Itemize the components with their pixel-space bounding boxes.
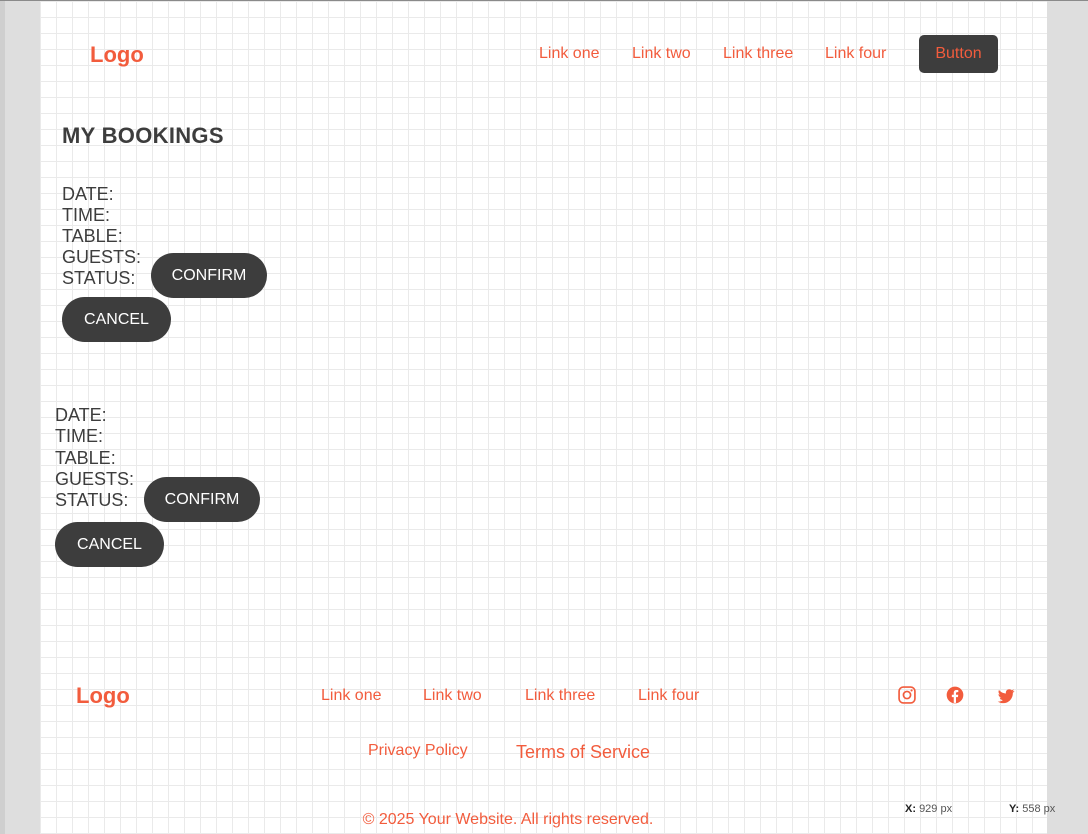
footer-link-one[interactable]: Link one [321,687,382,705]
header-button[interactable]: Button [919,35,998,73]
left-gutter [0,1,5,834]
booking-table-label: TABLE: [55,448,116,468]
page-title: MY BOOKINGS [62,123,224,148]
booking-time-label: TIME: [62,205,110,225]
booking-status-label: STATUS: [55,490,129,510]
twitter-icon[interactable] [996,686,1016,706]
header-link-four[interactable]: Link four [825,45,886,63]
x-value: 929 px [919,803,953,815]
confirm-button[interactable]: CONFIRM [151,253,267,298]
footer-link-three[interactable]: Link three [525,687,595,705]
footer-link-two[interactable]: Link two [423,687,482,705]
booking-guests-label: GUESTS: [62,247,142,267]
footer-link-four[interactable]: Link four [638,687,699,705]
right-gutter [1047,1,1088,834]
booking-table-label: TABLE: [62,226,123,246]
booking-guests-label: GUESTS: [55,469,135,489]
footer-logo[interactable]: Logo [76,683,130,709]
booking-date-label: DATE: [62,184,114,204]
y-coordinate-readout: Y: 558 px [1009,803,1055,815]
booking-date-label: DATE: [55,405,107,425]
terms-of-service-link[interactable]: Terms of Service [516,742,650,763]
y-value: 558 px [1022,803,1056,815]
facebook-icon[interactable] [945,685,965,705]
booking-status-label: STATUS: [62,268,136,288]
copyright-text: © 2025 Your Website. All rights reserved… [362,811,654,828]
header-logo[interactable]: Logo [90,42,144,68]
instagram-icon[interactable] [897,685,917,705]
header-link-one[interactable]: Link one [539,45,600,63]
x-coordinate-readout: X: 929 px [905,803,952,815]
x-label: X: [905,803,916,815]
cancel-button[interactable]: CANCEL [62,297,171,342]
header-link-three[interactable]: Link three [723,45,793,63]
y-label: Y: [1009,803,1020,815]
cancel-button[interactable]: CANCEL [55,522,164,567]
booking-time-label: TIME: [55,426,103,446]
header-link-two[interactable]: Link two [632,45,691,63]
confirm-button[interactable]: CONFIRM [144,477,260,522]
privacy-policy-link[interactable]: Privacy Policy [368,742,468,760]
